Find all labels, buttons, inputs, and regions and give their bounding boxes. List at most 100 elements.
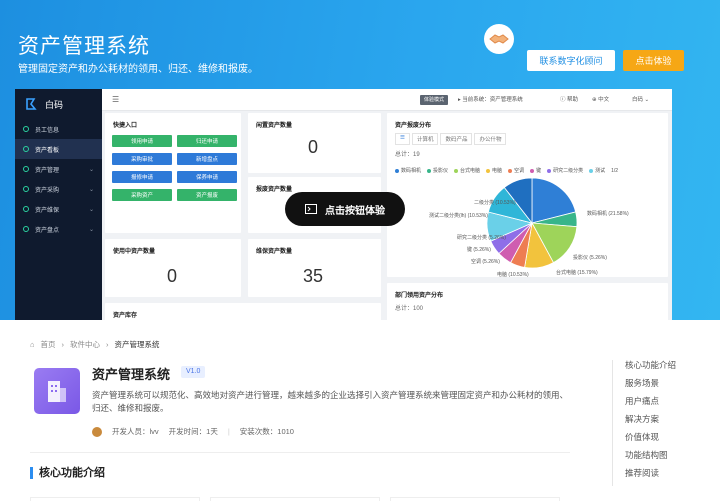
- user-name: 白码: [632, 97, 644, 103]
- sidebar-item[interactable]: 资产盘点 ⌄: [15, 219, 102, 239]
- inventory-card: 资产库存: [105, 303, 381, 320]
- dev-time: 开发时间：1天: [168, 427, 218, 436]
- system-selector[interactable]: ▸ 当前系统：资产管理系统: [458, 95, 523, 105]
- dept-total: 总计：100: [395, 306, 424, 312]
- home-icon: ⌂: [30, 340, 35, 349]
- menu-toggle-icon[interactable]: ☰: [112, 95, 119, 104]
- pie-label: 测试二级分类(lh) (10.53%): [429, 213, 488, 219]
- quick-entry-button[interactable]: 新增盘点: [177, 153, 237, 165]
- mode-badge: 体验模式: [420, 95, 449, 105]
- circle-icon: [23, 146, 29, 152]
- stat-value: 0: [308, 137, 319, 157]
- dept-title: 部门领用资产分布: [395, 293, 444, 299]
- stat-title: 报废资产数量: [256, 187, 293, 193]
- app-logo-text: 白码: [45, 99, 64, 110]
- pie-label: 台式电脑 (15.79%): [556, 270, 598, 276]
- handshake-icon: [484, 24, 514, 54]
- stat-title: 维保资产数量: [256, 249, 293, 255]
- pie-label: 键 (5.26%): [467, 247, 491, 253]
- sidebar-item[interactable]: 资产看板: [15, 139, 102, 159]
- sidebar-item[interactable]: 员工信息: [15, 119, 102, 139]
- anchor-nav-item[interactable]: 用户痛点: [625, 396, 676, 414]
- app-logo: 白码: [15, 89, 102, 119]
- version-badge: V1.0: [181, 366, 206, 378]
- user-menu[interactable]: 白码 ⌄: [632, 95, 649, 105]
- stat-value: 35: [303, 266, 324, 286]
- anchor-nav-item[interactable]: 价值体现: [625, 432, 676, 450]
- anchor-nav-item[interactable]: 核心功能介绍: [625, 360, 676, 378]
- quick-entry-button[interactable]: 归还申请: [177, 135, 237, 147]
- meta-separator: |: [227, 427, 230, 436]
- anchor-nav-item[interactable]: 功能结构图: [625, 450, 676, 468]
- try-demo-button[interactable]: 点击按钮体验: [285, 192, 405, 226]
- baima-logo-icon: [26, 98, 37, 110]
- circle-icon: [23, 206, 29, 212]
- sidebar-item-label: 员工信息: [35, 127, 60, 134]
- chevron-down-icon: ⌄: [88, 186, 94, 193]
- help-link[interactable]: ⓘ 帮助: [560, 95, 578, 105]
- chevron-down-icon: ⌄: [88, 166, 94, 173]
- product-icon: [34, 368, 80, 414]
- product-title: 资产管理系统: [92, 367, 171, 382]
- anchor-nav-item[interactable]: 服务场景: [625, 378, 676, 396]
- feature-card: [390, 497, 560, 501]
- system-selector-label: 当前系统：资产管理系统: [462, 97, 523, 103]
- contact-consultant-button[interactable]: 联系数字化顾问: [527, 50, 615, 71]
- pie-label: 空调 (5.26%): [471, 259, 500, 265]
- sidebar-item[interactable]: 资产维保 ⌄: [15, 199, 102, 219]
- maintenance-assets-card: 维保资产数量 35: [248, 239, 381, 297]
- scrap-distribution-card: 资产报废分布 ☰ 计算机 数码产品 办公什物 总计：19 数码相机 投影仪 台式电脑…: [387, 113, 668, 278]
- hero-subtitle: 管理固定资产和办公耗材的领用、归还、维修和报废。: [18, 64, 258, 75]
- pie-label: 数码相机 (21.58%): [587, 211, 629, 217]
- sidebar-item-label: 资产盘点: [35, 227, 60, 234]
- chevron-down-icon: ⌄: [88, 206, 94, 213]
- sidebar-item-label: 资产维保: [35, 207, 60, 214]
- breadcrumb-current: 资产管理系统: [114, 340, 160, 349]
- quick-entry-button[interactable]: 资产报废: [177, 189, 237, 201]
- section-title: 核心功能介绍: [30, 467, 105, 479]
- quick-entry-button[interactable]: 采购审批: [112, 153, 172, 165]
- sidebar-item-label: 资产管理: [35, 167, 60, 174]
- stat-title: 闲置资产数量: [256, 123, 293, 129]
- anchor-nav-item[interactable]: 解决方案: [625, 414, 676, 432]
- stat-title: 使用中资产数量: [113, 249, 156, 255]
- hero-banner: 资产管理系统 管理固定资产和办公耗材的领用、归还、维修和报废。 联系数字化顾问 …: [0, 0, 720, 320]
- pie-label: 电脑 (10.53%): [497, 272, 529, 278]
- language-selector[interactable]: ⊕ 中文: [592, 95, 609, 105]
- anchor-nav-item[interactable]: 推荐阅读: [625, 468, 676, 486]
- sidebar-item[interactable]: 资产管理 ⌄: [15, 159, 102, 179]
- in-use-assets-card: 使用中资产数量 0: [105, 239, 241, 297]
- quick-entry-button[interactable]: 采购资产: [112, 189, 172, 201]
- breadcrumb: ⌂ 首页 › 软件中心 › 资产管理系统: [30, 339, 160, 350]
- divider: [30, 452, 570, 453]
- inventory-title: 资产库存: [113, 313, 138, 319]
- quick-entry-button[interactable]: 保养申请: [177, 171, 237, 183]
- hero-title: 资产管理系统: [18, 35, 150, 58]
- stat-value: 0: [167, 266, 178, 286]
- circle-icon: [23, 186, 29, 192]
- pie-chart: [486, 177, 578, 269]
- try-demo-label: 点击按钮体验: [325, 205, 385, 217]
- pie-label: 研究二级分类 (5.26%): [457, 235, 506, 241]
- feature-card: [210, 497, 380, 501]
- feature-card: [30, 497, 200, 501]
- try-now-button[interactable]: 点击体验: [623, 50, 684, 71]
- sidebar-item[interactable]: 资产采购 ⌄: [15, 179, 102, 199]
- developer-avatar-icon: [92, 426, 102, 437]
- chevron-right-icon: ›: [106, 340, 109, 349]
- install-count: 安装次数：1010: [239, 427, 294, 436]
- product-description: 资产管理系统可以规范化、高效地对资产进行管理，越来越多的企业选择引入资产管理系统…: [92, 390, 569, 413]
- chevron-right-icon: ›: [61, 340, 65, 349]
- developer: 开发人员：lvv: [112, 427, 159, 436]
- chevron-down-icon: ⌄: [88, 226, 94, 233]
- circle-icon: [23, 226, 29, 232]
- quick-entry-button[interactable]: 报修申请: [112, 171, 172, 183]
- sidebar-item-label: 资产看板: [35, 147, 60, 154]
- breadcrumb-software-center[interactable]: 软件中心: [70, 339, 100, 350]
- breadcrumb-home[interactable]: 首页: [41, 339, 56, 350]
- circle-icon: [23, 166, 29, 172]
- quick-entry-button[interactable]: 领用申请: [112, 135, 172, 147]
- app-topbar: ☰ 体验模式 ▸ 当前系统：资产管理系统 ⓘ 帮助 ⊕ 中文 白码 ⌄: [102, 89, 672, 111]
- dept-distribution-card: 部门领用资产分布 总计：100: [387, 283, 668, 320]
- building-icon: [48, 381, 66, 402]
